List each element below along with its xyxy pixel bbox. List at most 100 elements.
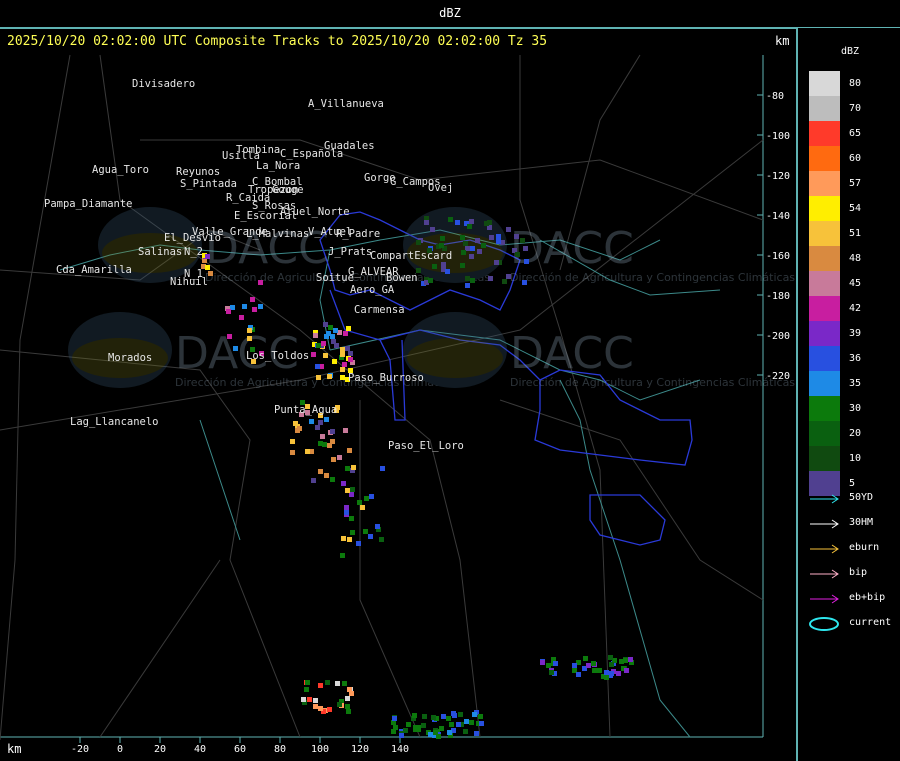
echo-cell [451, 711, 456, 716]
river-line [559, 379, 691, 738]
terrain-line [99, 559, 221, 738]
legend-level-39: 39 [809, 321, 889, 346]
echo-cell [327, 707, 332, 712]
echo-cell [369, 494, 374, 499]
echo-cell [304, 687, 309, 692]
echo-cell [247, 336, 252, 341]
echo-cell [348, 357, 353, 362]
echo-cell [446, 716, 451, 721]
echo-cell [311, 352, 316, 357]
echo-cell [413, 727, 418, 732]
legend-track-eburn: eburn [809, 540, 899, 556]
legend-swatch [809, 71, 840, 96]
legend-swatch [809, 271, 840, 296]
echo-cell [368, 534, 373, 539]
legend-level-label: 57 [849, 178, 862, 189]
legend-swatch [809, 146, 840, 171]
legend-level-label: 20 [849, 428, 862, 439]
echo-cell [335, 681, 340, 686]
echo-cell [350, 530, 355, 535]
echo-cell [252, 307, 257, 312]
legend-level-label: 65 [849, 128, 862, 139]
place-label: Paso_El_Loro [388, 440, 464, 452]
echo-cell [608, 655, 613, 660]
x-tick-label: -20 [71, 744, 89, 755]
echo-cell [432, 264, 437, 269]
echo-cell [290, 450, 295, 455]
legend-swatch [809, 171, 840, 196]
echo-cell [623, 658, 628, 663]
echo-cell [428, 732, 433, 737]
echo-cell [340, 352, 345, 357]
legend-level-48: 48 [809, 246, 889, 271]
radar-map[interactable]: -20 0 20 40 60 80 100 120 140-80-100-120-140-160… [0, 0, 798, 761]
echo-cell [364, 496, 369, 501]
echo-cell [553, 661, 558, 666]
echo-cell [205, 254, 210, 259]
echo-cell [440, 236, 445, 241]
x-tick-label: 120 [351, 744, 369, 755]
terrain-line [0, 54, 71, 741]
echo-cell [624, 668, 629, 673]
place-label: Ovej [428, 182, 453, 194]
echo-cell [439, 726, 444, 731]
echo-cell [313, 333, 318, 338]
echo-cell [309, 419, 314, 424]
echo-cell [344, 510, 349, 515]
echo-cell [311, 478, 316, 483]
legend-swatch [809, 396, 840, 421]
place-label: Aero_GA [350, 284, 395, 296]
echo-cell [460, 263, 465, 268]
echo-cell [242, 304, 247, 309]
legend-track-30hm: 30HM [809, 515, 899, 531]
echo-cell [318, 683, 323, 688]
echo-cell [549, 670, 554, 675]
legend-track-label: 50YD [849, 492, 874, 503]
place-label: Reyunos [176, 166, 220, 178]
echo-cell [323, 322, 328, 327]
current-ellipse-icon [809, 617, 839, 631]
legend-swatch [809, 196, 840, 221]
echo-cell [421, 723, 426, 728]
echo-cell [392, 716, 397, 721]
echo-cell [343, 331, 348, 336]
echo-cell [424, 220, 429, 225]
place-label: Divisadero [132, 78, 195, 90]
legend-swatch [809, 346, 840, 371]
echo-cell [250, 297, 255, 302]
echo-cell [208, 271, 213, 276]
echo-cell [586, 663, 591, 668]
echo-cell [258, 304, 263, 309]
echo-cell [324, 334, 329, 339]
echo-cell [342, 362, 347, 367]
echo-cell [340, 347, 345, 352]
place-label: R_Padre [336, 228, 380, 240]
legend-level-label: 51 [849, 228, 862, 239]
echo-cell [345, 466, 350, 471]
x-tick-label: 80 [274, 744, 286, 755]
place-label: Lag_Llancanelo [70, 416, 159, 428]
place-label: A_Villanueva [308, 98, 384, 110]
place-label: J_Prats [328, 246, 372, 258]
x-tick-label: 60 [234, 744, 246, 755]
legend-track-current: current [809, 615, 899, 631]
echo-cell [496, 234, 501, 239]
echo-cell [481, 243, 486, 248]
legend-level-54: 54 [809, 196, 889, 221]
echo-cell [321, 341, 326, 346]
legend-level-label: 30 [849, 403, 862, 414]
watermark-subtitle: Dirección de Agricultura y Contingencias… [510, 376, 795, 389]
echo-cell [576, 672, 581, 677]
echo-cell [226, 309, 231, 314]
legend-level-label: 36 [849, 353, 862, 364]
echo-cell [360, 505, 365, 510]
echo-cell [496, 239, 501, 244]
echo-cell [205, 265, 210, 270]
echo-cell [422, 714, 427, 719]
legend-level-label: 10 [849, 453, 862, 464]
echo-cell [609, 671, 614, 676]
echo-cell [428, 278, 433, 283]
x-tick-label: 0 [117, 744, 123, 755]
echo-cell [431, 715, 436, 720]
echo-cell [348, 351, 353, 356]
